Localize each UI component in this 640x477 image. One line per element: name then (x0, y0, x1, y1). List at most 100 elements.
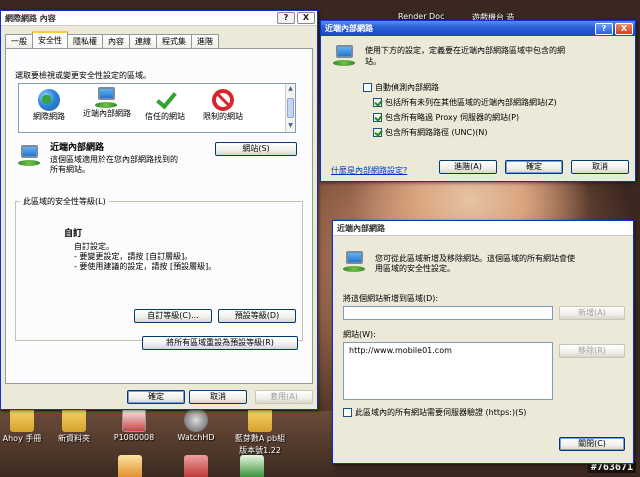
include-proxy-bypass-checkbox[interactable] (373, 113, 382, 122)
excel-file-icon (240, 455, 264, 477)
zone-description: 所有網站。 (50, 165, 90, 174)
reset-all-zones-button[interactable]: 將所有區域重設為預設等級(R) (142, 336, 298, 350)
zone-prompt: 選取要檢視或變更安全性設定的區域。 (15, 71, 151, 80)
require-https-option[interactable]: 此區域內的所有網站需要伺服器驗證 (https:)(S) (343, 407, 526, 418)
include-unlisted-option[interactable]: 包括所有未列在其他區域的近端內部網路網站(Z) (373, 97, 557, 108)
help-link[interactable]: 什麼是內部網路設定? (331, 165, 407, 176)
window-title: 網際網路 內容 (5, 13, 56, 23)
desktop-icon[interactable] (222, 455, 282, 477)
add-site-button[interactable]: 新增(A) (559, 306, 625, 320)
custom-level-button[interactable]: 自訂等級(C)... (134, 309, 212, 323)
desktop-icon[interactable]: WatchHD (166, 408, 226, 442)
dialog-title: 近端內部網路 (325, 24, 373, 33)
auto-detect-label: 自動偵測內部網路 (375, 83, 439, 92)
auto-detect-option[interactable]: 自動偵測內部網路 (363, 82, 439, 93)
folder-icon (10, 408, 34, 432)
dialog-title: 近端內部網路 (337, 223, 385, 233)
desktop-icon[interactable] (100, 455, 160, 477)
zone-internet[interactable]: 網際網路 (23, 89, 75, 122)
add-site-label: 將這個網站新增到區域(D): (343, 294, 439, 303)
sites-list-label: 網站(W): (343, 330, 376, 339)
desktop-icon[interactable]: 新資料夾 (44, 408, 104, 444)
folder-icon (248, 408, 272, 432)
zone-label: 信任的網站 (145, 112, 185, 121)
local-intranet-icon (333, 45, 357, 67)
zone-list[interactable]: 網際網路 近端內部網路 信任的網站 限制的網站 ▲ ▼ (18, 83, 296, 133)
close-button[interactable]: X (297, 12, 315, 24)
scroll-down-icon[interactable]: ▼ (287, 122, 294, 131)
require-https-checkbox[interactable] (343, 408, 352, 417)
tab-privacy[interactable]: 隱私權 (67, 34, 103, 48)
titlebar: 網際網路 內容 ? X (1, 11, 317, 26)
scroll-up-icon[interactable]: ▲ (287, 85, 294, 94)
folder-icon (62, 408, 86, 432)
desktop-icon-label: P1080008 (113, 433, 155, 442)
intranet-icon-wrap (343, 251, 367, 273)
include-proxy-bypass-option[interactable]: 包含所有略過 Proxy 伺服器的網站(P) (373, 112, 519, 123)
include-unlisted-checkbox[interactable] (373, 98, 382, 107)
zone-list-scrollbar[interactable]: ▲ ▼ (285, 84, 295, 132)
desktop-icon-label: 藍芽數A pb組 (234, 434, 286, 443)
cancel-button[interactable]: 取消 (571, 160, 629, 174)
local-intranet-icon (18, 145, 42, 167)
sites-description: 用區域的安全性設定。 (375, 264, 455, 273)
zone-restricted[interactable]: 限制的網站 (197, 89, 249, 122)
cancel-button[interactable]: 取消 (189, 390, 247, 404)
include-unc-checkbox[interactable] (373, 128, 382, 137)
option-label: 包含所有略過 Proxy 伺服器的網站(P) (385, 113, 520, 122)
sites-button[interactable]: 網站(S) (215, 142, 297, 156)
tab-strip: 一般 安全性 隱私權 內容 連線 程式集 進階 (5, 31, 219, 48)
zone-local-intranet[interactable]: 近端內部網路 (81, 87, 133, 118)
scroll-thumb[interactable] (287, 98, 294, 118)
globe-icon (38, 89, 60, 111)
internet-options-window: 網際網路 內容 ? X 一般 安全性 隱私權 內容 連線 程式集 進階 選取要檢… (0, 10, 318, 410)
tab-advanced[interactable]: 進階 (191, 34, 219, 48)
desktop-icon-label: 新資料夾 (58, 434, 90, 443)
default-level-button[interactable]: 預設等級(D) (218, 309, 296, 323)
remove-site-button[interactable]: 移除(R) (559, 344, 625, 358)
jpg-file-icon (118, 455, 142, 477)
titlebar: 近端內部網路 ? X (321, 21, 635, 36)
tab-connections[interactable]: 連線 (129, 34, 157, 48)
selected-zone-icon (18, 145, 42, 167)
tab-general[interactable]: 一般 (5, 34, 33, 48)
zone-label: 近端內部網路 (83, 109, 131, 118)
desktop-icon[interactable] (166, 455, 226, 477)
ok-button[interactable]: 確定 (505, 160, 563, 174)
site-item[interactable]: http://www.mobile01.com (349, 346, 547, 355)
image-file-icon (184, 455, 208, 477)
advanced-button[interactable]: 進階(A) (439, 160, 497, 174)
security-level-label: 此區域的安全性等級(L) (20, 196, 109, 207)
help-button[interactable]: ? (595, 22, 613, 35)
desktop-icon[interactable]: P1080008 (104, 408, 164, 442)
ok-button[interactable]: 確定 (127, 390, 185, 404)
level-description: - 要使用建議的設定，請按 [預設層級]。 (74, 262, 217, 271)
auto-detect-checkbox[interactable] (363, 83, 372, 92)
intranet-icon-wrap (333, 45, 357, 67)
sites-list[interactable]: http://www.mobile01.com (343, 342, 553, 400)
tab-programs[interactable]: 程式集 (156, 34, 192, 48)
desktop-icon[interactable]: 藍芽數A pb組 版本號1.22 (230, 408, 290, 456)
intranet-settings-dialog: 近端內部網路 ? X 使用下方的設定，定義要在近端內部網路區域中包含的網 站。 … (320, 20, 636, 182)
local-intranet-icon (343, 251, 367, 273)
titlebar: 近端內部網路 (333, 221, 633, 236)
security-panel: 選取要檢視或變更安全性設定的區域。 網際網路 近端內部網路 信任的網站 限制的網… (5, 48, 313, 384)
level-name: 自訂 (64, 229, 83, 239)
zone-trusted[interactable]: 信任的網站 (139, 89, 191, 122)
include-unc-option[interactable]: 包含所有網路路徑 (UNC)(N) (373, 127, 487, 138)
apply-button[interactable]: 套用(A) (255, 390, 313, 404)
close-button[interactable]: X (615, 22, 633, 35)
intro-text: 使用下方的設定，定義要在近端內部網路區域中包含的網 (365, 46, 565, 55)
close-dialog-button[interactable]: 關閉(C) (559, 437, 625, 451)
trusted-check-icon (154, 89, 176, 111)
tab-content[interactable]: 內容 (102, 34, 130, 48)
zone-name: 近端內部網路 (50, 143, 105, 153)
option-label: 包括所有未列在其他區域的近端內部網路網站(Z) (385, 98, 557, 107)
help-button[interactable]: ? (277, 12, 295, 24)
app-icon (184, 408, 208, 432)
intranet-sites-dialog: 近端內部網路 您可從此區域新增及移除網站。這個區域的所有網站會使 用區域的安全性… (332, 220, 634, 464)
tab-security[interactable]: 安全性 (32, 31, 68, 48)
local-intranet-icon (95, 87, 119, 109)
option-label: 包含所有網路路徑 (UNC)(N) (385, 128, 488, 137)
add-site-input[interactable] (343, 306, 553, 320)
